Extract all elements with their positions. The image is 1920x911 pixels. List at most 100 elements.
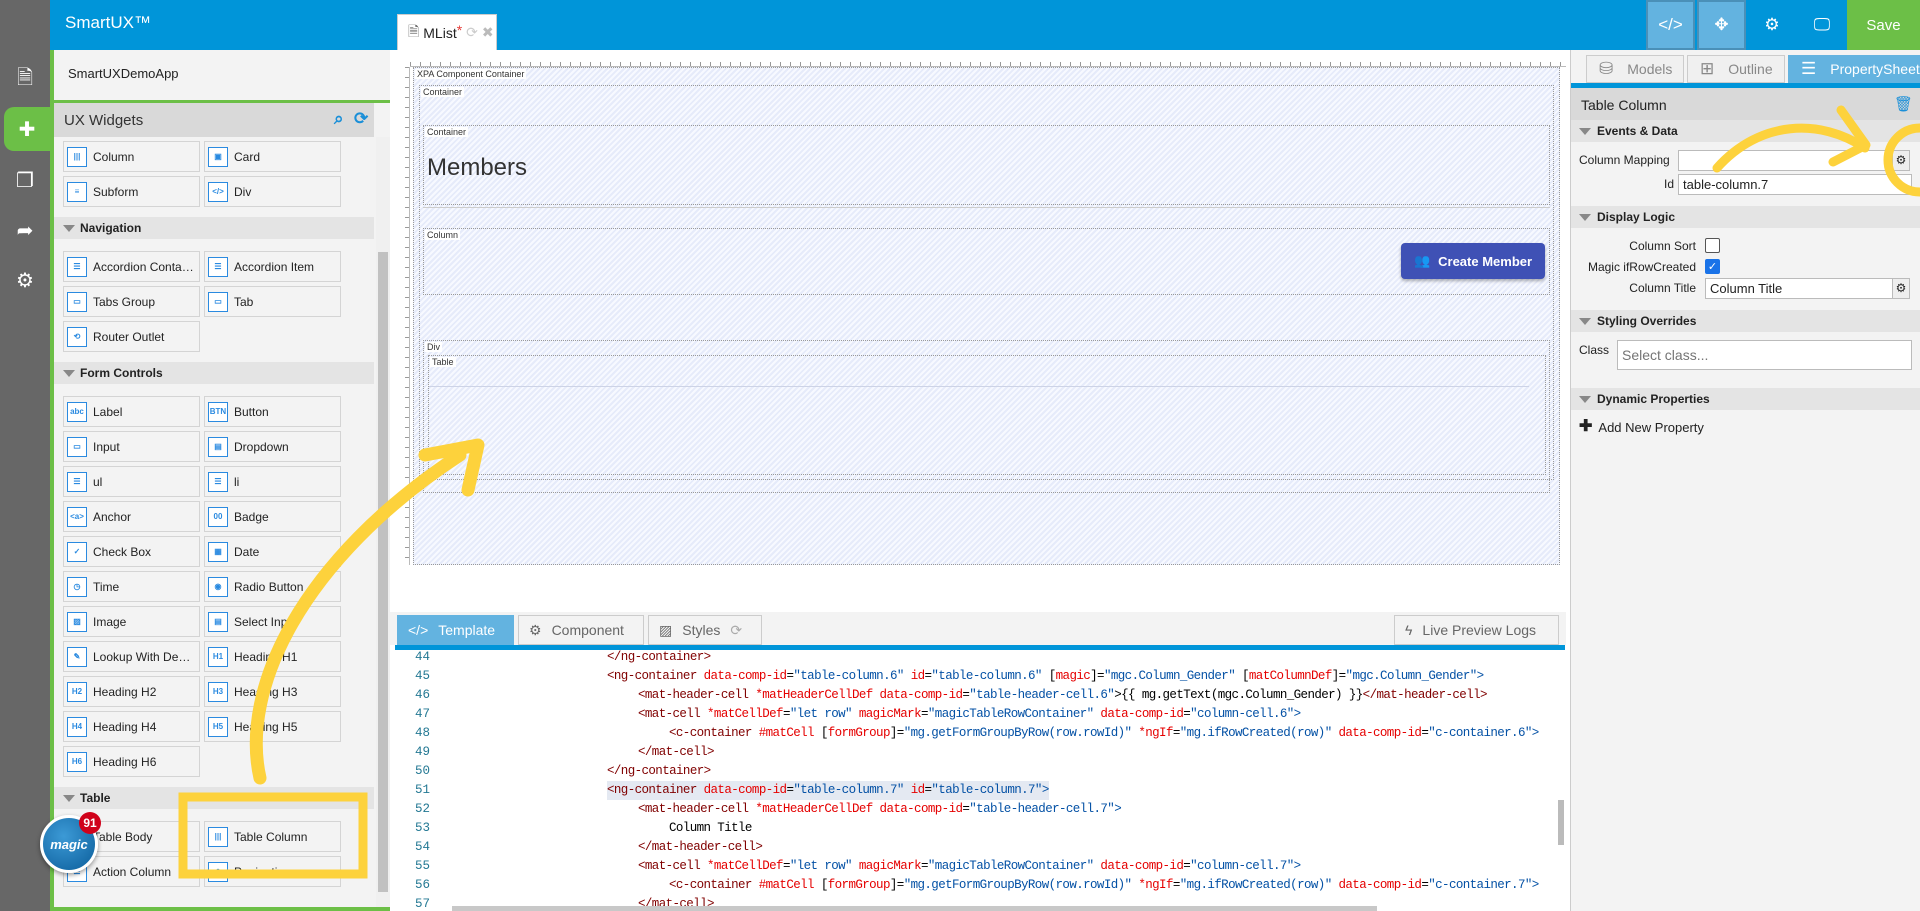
code-line[interactable]: 48<c-container #matCell [formGroup]="mg.… [390, 724, 1560, 743]
column-mapping-input[interactable] [1678, 150, 1894, 171]
code-line[interactable]: 51<ng-container data-comp-id="table-colu… [390, 781, 1560, 800]
scrollbar[interactable] [376, 137, 390, 907]
section-display-logic[interactable]: Display Logic [1571, 206, 1920, 228]
rail-item[interactable]: ➦ [0, 208, 50, 252]
container-box[interactable]: Container Members [423, 125, 1550, 205]
widget-heading-h2[interactable]: H2Heading H2 [63, 676, 200, 707]
code-line[interactable]: 50</ng-container> [390, 762, 1560, 781]
trash-icon[interactable]: 🗑 [1894, 95, 1913, 113]
save-button[interactable]: Save [1847, 0, 1920, 50]
rail-item[interactable]: 🗎 [0, 58, 50, 102]
widget-button[interactable]: BTNButton [204, 396, 341, 427]
widget-div[interactable]: </>Div [204, 176, 341, 207]
fullscreen-button[interactable]: ✥ [1697, 0, 1746, 50]
section-styling-overrides[interactable]: Styling Overrides [1571, 310, 1920, 332]
widget-heading-h3[interactable]: H3Heading H3 [204, 676, 341, 707]
code-line[interactable]: 44</ng-container> [390, 650, 1560, 667]
div-box[interactable]: Div Table [423, 340, 1550, 493]
widget-label[interactable]: abcLabel [63, 396, 200, 427]
widget-ul[interactable]: ☰ul [63, 466, 200, 497]
horizontal-scrollbar[interactable] [452, 906, 1377, 911]
code-line[interactable]: 52<mat-header-cell *matHeaderCellDef dat… [390, 800, 1560, 819]
tab-styles[interactable]: ▨Styles⟳ [648, 615, 762, 645]
widget-accordion-item[interactable]: ☰Accordion Item [204, 251, 341, 282]
widget-radio-button[interactable]: ◉Radio Button [204, 571, 341, 602]
column-title-input[interactable]: Column Title [1705, 278, 1895, 299]
widget-input[interactable]: ▭Input [63, 431, 200, 462]
section-table[interactable]: Table [54, 787, 374, 809]
section-events-data[interactable]: Events & Data [1571, 120, 1920, 142]
vertical-scrollbar[interactable] [1558, 800, 1564, 845]
widget-anchor[interactable]: <a>Anchor [63, 501, 200, 532]
tab-models[interactable]: ⛁Models [1586, 55, 1684, 83]
code-line[interactable]: 45<ng-container data-comp-id="table-colu… [390, 667, 1560, 686]
section-dynamic-properties[interactable]: Dynamic Properties [1571, 388, 1920, 410]
design-canvas[interactable]: XPA Component Container Container Contai… [413, 67, 1560, 565]
widget-heading-h1[interactable]: H1Heading H1 [204, 641, 341, 672]
column-mapping-gear-icon[interactable]: ⚙ [1892, 150, 1910, 171]
container-box[interactable]: Container Container Members Column 👥 Cre… [419, 85, 1554, 480]
class-select[interactable] [1617, 340, 1912, 370]
widget-time[interactable]: ◷Time [63, 571, 200, 602]
reload-icon[interactable]: ⟳ [466, 24, 478, 41]
widget-card[interactable]: ▣Card [204, 141, 341, 172]
widget-heading-h5[interactable]: H5Heading H5 [204, 711, 341, 742]
tab-template[interactable]: </>Template [397, 615, 514, 645]
rail-item[interactable]: ✚ [4, 107, 50, 151]
section-form-controls[interactable]: Form Controls [54, 362, 374, 384]
widget-tab[interactable]: ▭Tab [204, 286, 341, 317]
widget-dropdown[interactable]: ▤Dropdown [204, 431, 341, 462]
section-navigation[interactable]: Navigation [54, 217, 374, 239]
magic-assistant-badge[interactable]: magic 91 [40, 815, 98, 873]
widget-image[interactable]: ▨Image [63, 606, 200, 637]
widget-table-column[interactable]: |||Table Column [204, 821, 341, 852]
tab-propertysheet[interactable]: ☰PropertySheet [1788, 55, 1920, 83]
live-preview-logs-tab[interactable]: ϟLive Preview Logs [1394, 615, 1559, 645]
code-line[interactable]: 53Column Title [390, 819, 1560, 838]
widget-badge[interactable]: 00Badge [204, 501, 341, 532]
code-line[interactable]: 49</mat-cell> [390, 743, 1560, 762]
widget-date[interactable]: ▦Date [204, 536, 341, 567]
id-input[interactable]: table-column.7 [1678, 174, 1912, 195]
refresh-icon[interactable]: ⟳ [730, 622, 742, 639]
settings-button[interactable]: ⚙ [1747, 0, 1797, 50]
document-tab[interactable]: 🗎 MList* ⟳ ✖ [397, 14, 497, 50]
column-box[interactable]: Column 👥 Create Member [423, 228, 1550, 295]
code-line[interactable]: 47<mat-cell *matCellDef="let row" magicM… [390, 705, 1560, 724]
refresh-icon[interactable]: ⟳ [354, 109, 368, 129]
widget-subform[interactable]: ≡Subform [63, 176, 200, 207]
members-heading[interactable]: Members [427, 154, 527, 182]
code-line[interactable]: 55<mat-cell *matCellDef="let row" magicM… [390, 857, 1560, 876]
code-editor[interactable]: 44</ng-container>45<ng-container data-co… [390, 650, 1560, 911]
add-property-button[interactable]: ✚Add New Property [1579, 420, 1704, 435]
widget-select-input[interactable]: ▤Select Input [204, 606, 341, 637]
widget-lookup-with-de-[interactable]: ✎Lookup With De… [63, 641, 200, 672]
widget-pagination[interactable]: ◀▶Pagination [204, 856, 341, 887]
widget-label: Tab [234, 295, 253, 309]
widget-accordion-conta-[interactable]: ☰Accordion Conta… [63, 251, 200, 282]
widget-check-box[interactable]: ✓Check Box [63, 536, 200, 567]
table-box[interactable]: Table [428, 355, 1546, 475]
preview-button[interactable]: 🖵 [1797, 0, 1847, 50]
code-line[interactable]: 54</mat-header-cell> [390, 838, 1560, 857]
search-icon[interactable]: ⌕ [334, 109, 344, 129]
close-icon[interactable]: ✖ [482, 24, 494, 41]
widget-li[interactable]: ☰li [204, 466, 341, 497]
rail-item[interactable]: ⚙ [0, 258, 50, 302]
column-title-gear-icon[interactable]: ⚙ [1892, 278, 1910, 299]
code-view-button[interactable]: </> [1646, 0, 1695, 50]
scrollbar-thumb[interactable] [378, 252, 388, 892]
widget-router-outlet[interactable]: ⟲Router Outlet [63, 321, 200, 352]
code-line[interactable]: 56<c-container #matCell [formGroup]="mg.… [390, 876, 1560, 895]
widget-tabs-group[interactable]: ▭Tabs Group [63, 286, 200, 317]
column-sort-checkbox[interactable] [1705, 238, 1720, 253]
magic-ifrowcreated-checkbox[interactable]: ✓ [1705, 259, 1720, 274]
create-member-button[interactable]: 👥 Create Member [1401, 243, 1545, 279]
tab-outline[interactable]: ⊞Outline [1687, 55, 1785, 83]
code-line[interactable]: 46<mat-header-cell *matHeaderCellDef dat… [390, 686, 1560, 705]
rail-item[interactable]: ❐ [0, 158, 50, 202]
widget-column[interactable]: |||Column [63, 141, 200, 172]
tab-component[interactable]: ⚙Component [518, 615, 644, 645]
widget-heading-h4[interactable]: H4Heading H4 [63, 711, 200, 742]
widget-heading-h6[interactable]: H6Heading H6 [63, 746, 200, 777]
